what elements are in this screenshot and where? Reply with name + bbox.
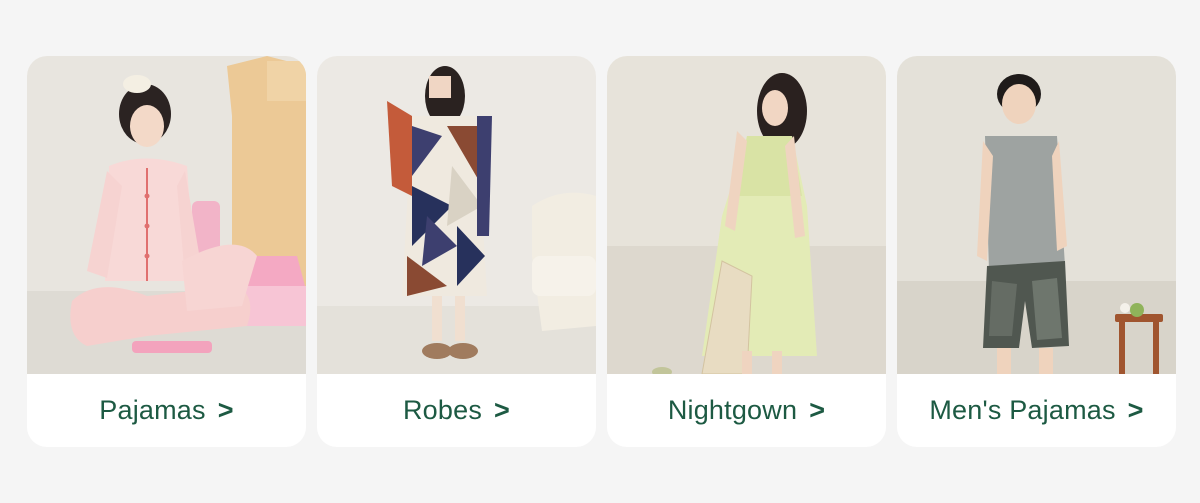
category-label-row[interactable]: Nightgown > — [607, 374, 886, 447]
category-card-robes[interactable]: Robes > — [317, 56, 596, 447]
category-image-mens-pajamas — [897, 56, 1176, 374]
category-card-mens-pajamas[interactable]: Men's Pajamas > — [897, 56, 1176, 447]
category-card-nightgown[interactable]: Nightgown > — [607, 56, 886, 447]
category-label: Pajamas — [99, 395, 206, 425]
chevron-right-icon: > — [494, 395, 510, 425]
category-label-row[interactable]: Robes > — [317, 374, 596, 447]
chevron-right-icon: > — [809, 395, 826, 425]
category-image-robes — [317, 56, 596, 374]
category-label: Robes — [402, 395, 483, 425]
category-grid: Pajamas > Robes > Nightgown > Men's Paja… — [27, 56, 1176, 447]
category-image-pajamas — [27, 56, 306, 374]
category-label: Nightgown — [667, 395, 798, 425]
chevron-right-icon: > — [217, 395, 234, 425]
category-image-nightgown — [607, 56, 886, 374]
chevron-right-icon: > — [1127, 395, 1144, 425]
category-label-row[interactable]: Men's Pajamas > — [897, 374, 1176, 447]
category-label: Men's Pajamas — [929, 395, 1116, 425]
category-card-pajamas[interactable]: Pajamas > — [27, 56, 306, 447]
category-label-row[interactable]: Pajamas > — [27, 374, 306, 447]
